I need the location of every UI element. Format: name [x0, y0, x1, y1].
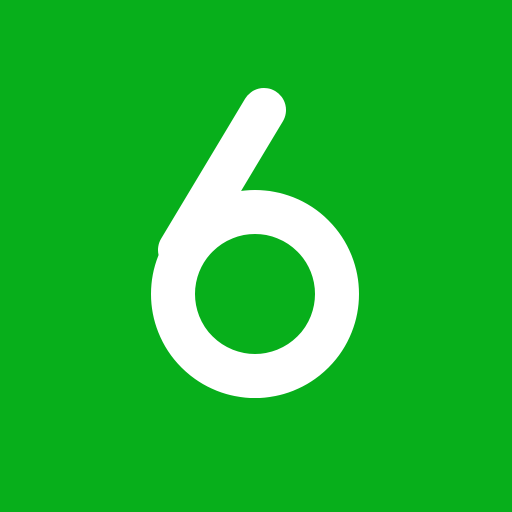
six-digit-logo-icon — [0, 0, 512, 512]
app-icon — [0, 0, 512, 512]
icon-background — [0, 0, 512, 512]
